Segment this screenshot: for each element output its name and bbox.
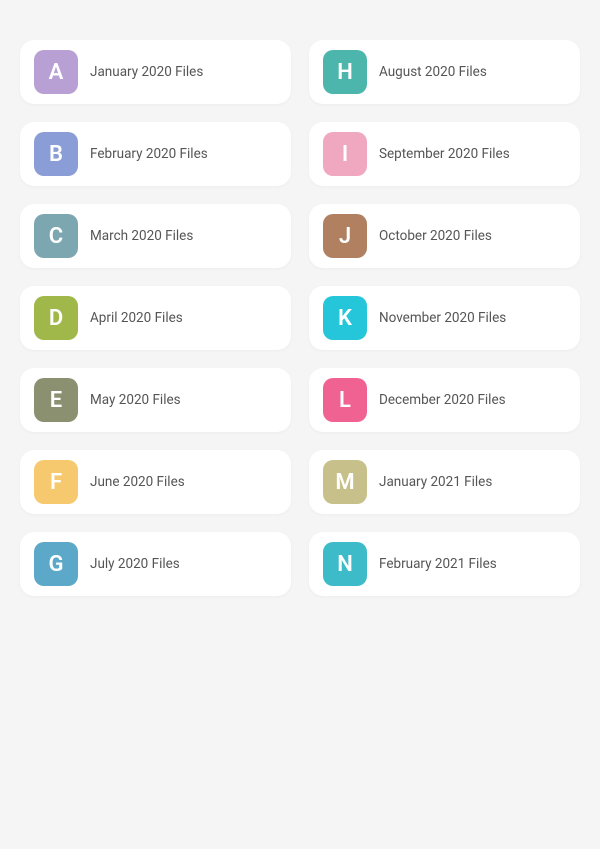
folder-label-a: January 2020 Files [90,64,203,80]
folder-label-f: June 2020 Files [90,474,185,490]
folder-label-n: February 2021 Files [379,556,497,572]
folder-grid: A January 2020 Files H August 2020 Files B Fe… [20,40,580,596]
folder-item-g[interactable]: G July 2020 Files [20,532,291,596]
folder-badge-b: B [34,132,78,176]
folder-label-h: August 2020 Files [379,64,487,80]
folder-item-c[interactable]: C March 2020 Files [20,204,291,268]
folder-item-d[interactable]: D April 2020 Files [20,286,291,350]
folder-item-i[interactable]: I September 2020 Files [309,122,580,186]
folder-badge-h: H [323,50,367,94]
folder-label-b: February 2020 Files [90,146,208,162]
folder-label-i: September 2020 Files [379,146,510,162]
folder-label-e: May 2020 Files [90,392,181,408]
folder-badge-k: K [323,296,367,340]
folder-badge-l: L [323,378,367,422]
folder-badge-j: J [323,214,367,258]
folder-badge-a: A [34,50,78,94]
folder-item-n[interactable]: N February 2021 Files [309,532,580,596]
folder-badge-i: I [323,132,367,176]
folder-item-f[interactable]: F June 2020 Files [20,450,291,514]
folder-label-d: April 2020 Files [90,310,183,326]
folder-item-m[interactable]: M January 2021 Files [309,450,580,514]
folder-badge-e: E [34,378,78,422]
folder-badge-d: D [34,296,78,340]
folder-label-m: January 2021 Files [379,474,492,490]
folder-label-g: July 2020 Files [90,556,180,572]
folder-badge-g: G [34,542,78,586]
folder-item-l[interactable]: L December 2020 Files [309,368,580,432]
folder-label-j: October 2020 Files [379,228,492,244]
folder-item-h[interactable]: H August 2020 Files [309,40,580,104]
folder-label-l: December 2020 Files [379,392,506,408]
folder-label-c: March 2020 Files [90,228,193,244]
folder-item-e[interactable]: E May 2020 Files [20,368,291,432]
folder-item-b[interactable]: B February 2020 Files [20,122,291,186]
folder-badge-m: M [323,460,367,504]
folder-badge-n: N [323,542,367,586]
folder-label-k: November 2020 Files [379,310,506,326]
folder-item-k[interactable]: K November 2020 Files [309,286,580,350]
folder-item-a[interactable]: A January 2020 Files [20,40,291,104]
folder-badge-f: F [34,460,78,504]
folder-item-j[interactable]: J October 2020 Files [309,204,580,268]
folder-badge-c: C [34,214,78,258]
